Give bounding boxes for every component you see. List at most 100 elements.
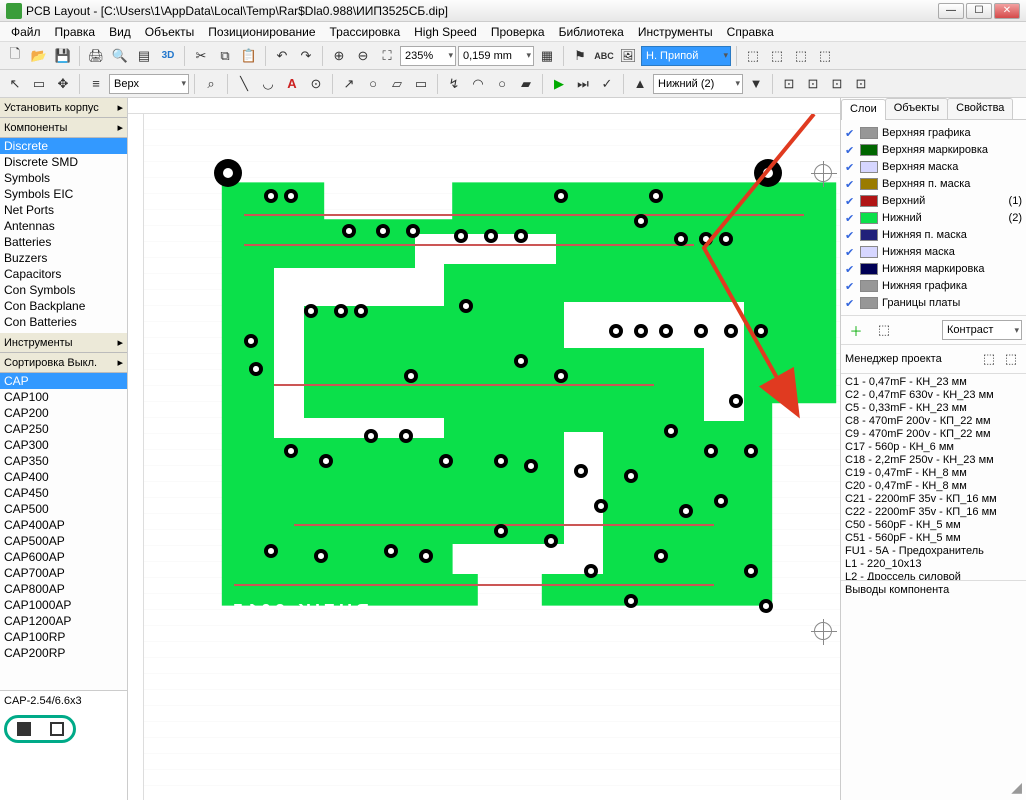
menu-tools[interactable]: Инструменты: [631, 23, 720, 41]
proj-item[interactable]: C20 - 0,47mF - КН_8 мм: [845, 480, 1022, 493]
proj-item[interactable]: C18 - 2,2mF 250v - КН_23 мм: [845, 454, 1022, 467]
node-icon[interactable]: ⊙: [305, 73, 327, 95]
menu-objects[interactable]: Объекты: [138, 23, 202, 41]
pad[interactable]: [264, 544, 278, 558]
proj-item[interactable]: C8 - 470mF 200v - КП_22 мм: [845, 415, 1022, 428]
circle-icon[interactable]: ○: [491, 73, 513, 95]
proj-item[interactable]: C19 - 0,47mF - КН_8 мм: [845, 467, 1022, 480]
lib-item[interactable]: Discrete: [0, 138, 127, 154]
lib-item[interactable]: Antennas: [0, 218, 127, 234]
tool-d-icon[interactable]: ⬚: [814, 45, 836, 67]
pad[interactable]: [609, 324, 623, 338]
proj-item[interactable]: C50 - 560pF - КН_5 мм: [845, 519, 1022, 532]
pad[interactable]: [649, 189, 663, 203]
paste-icon[interactable]: 📋: [238, 45, 260, 67]
comp-item[interactable]: CAP1200AP: [0, 613, 127, 629]
pad[interactable]: [284, 444, 298, 458]
comp-item[interactable]: CAP400: [0, 469, 127, 485]
step-icon[interactable]: ⏭: [572, 73, 594, 95]
pad[interactable]: [406, 224, 420, 238]
pad[interactable]: [319, 454, 333, 468]
layer-up-icon[interactable]: ▲: [629, 73, 651, 95]
pad[interactable]: [354, 304, 368, 318]
lib-item[interactable]: Capacitors: [0, 266, 127, 282]
grid-toggle-icon[interactable]: ▦: [536, 45, 558, 67]
pad[interactable]: [664, 424, 678, 438]
layer-row[interactable]: ✔Верхний(1): [841, 192, 1026, 209]
select-tool-icon[interactable]: ▭: [28, 73, 50, 95]
menu-file[interactable]: Файл: [4, 23, 48, 41]
copy-icon[interactable]: ⧉: [214, 45, 236, 67]
zoom-in-icon[interactable]: ⊕: [328, 45, 350, 67]
pad[interactable]: [249, 362, 263, 376]
menu-highspeed[interactable]: High Speed: [407, 23, 484, 41]
layer-row[interactable]: ✔Нижняя п. маска: [841, 226, 1026, 243]
pad[interactable]: [439, 454, 453, 468]
layer-row[interactable]: ✔Верхняя маска: [841, 158, 1026, 175]
proj-item[interactable]: C2 - 0,47mF 630v - КН_23 мм: [845, 389, 1022, 402]
lib-item[interactable]: Batteries: [0, 234, 127, 250]
print-icon[interactable]: 🖨: [85, 45, 107, 67]
pad[interactable]: [264, 189, 278, 203]
project-list[interactable]: C1 - 0,47mF - КН_23 ммC2 - 0,47mF 630v -…: [841, 374, 1026, 580]
close-button[interactable]: ✕: [994, 3, 1020, 19]
tool-c-icon[interactable]: ⬚: [790, 45, 812, 67]
line-tool-icon[interactable]: ╲: [233, 73, 255, 95]
save-icon[interactable]: 💾: [52, 45, 74, 67]
redo-icon[interactable]: ↷: [295, 45, 317, 67]
pad[interactable]: [404, 369, 418, 383]
lib-item[interactable]: Symbols EIC: [0, 186, 127, 202]
pad[interactable]: [459, 299, 473, 313]
comp-item[interactable]: CAP200RP: [0, 645, 127, 661]
menu-library[interactable]: Библиотека: [552, 23, 631, 41]
fill-icon[interactable]: ▰: [515, 73, 537, 95]
pad[interactable]: [554, 369, 568, 383]
tool-b-icon[interactable]: ⬚: [766, 45, 788, 67]
layer-icon[interactable]: ≡: [85, 73, 107, 95]
pad[interactable]: [624, 594, 638, 608]
pad[interactable]: [624, 469, 638, 483]
pad[interactable]: [484, 229, 498, 243]
layer-row[interactable]: ✔Границы платы: [841, 294, 1026, 311]
lib-item[interactable]: Symbols: [0, 170, 127, 186]
pad[interactable]: [399, 429, 413, 443]
zoom-fit-icon[interactable]: ⛶: [376, 45, 398, 67]
comp-item[interactable]: CAP100RP: [0, 629, 127, 645]
menu-help[interactable]: Справка: [720, 23, 781, 41]
proj-item[interactable]: C1 - 0,47mF - КН_23 мм: [845, 376, 1022, 389]
pad[interactable]: [384, 544, 398, 558]
undo-icon[interactable]: ↶: [271, 45, 293, 67]
pad[interactable]: [744, 564, 758, 578]
proj-tool1-icon[interactable]: ⬚: [978, 348, 1000, 370]
contrast-combo[interactable]: Контраст: [942, 320, 1022, 340]
tab-properties[interactable]: Свойства: [947, 98, 1013, 119]
proj-item[interactable]: L2 - Дроссель силовой: [845, 571, 1022, 580]
lib-item[interactable]: Con Backplane: [0, 298, 127, 314]
pad[interactable]: [514, 229, 528, 243]
erc-icon[interactable]: ⚑: [569, 45, 591, 67]
comp-item[interactable]: CAP300: [0, 437, 127, 453]
grid-combo[interactable]: 0,159 mm: [458, 46, 534, 66]
check-icon[interactable]: ✔: [845, 144, 856, 155]
pad[interactable]: [634, 324, 648, 338]
tab-objects[interactable]: Объекты: [885, 98, 948, 119]
pad[interactable]: [704, 444, 718, 458]
check-icon[interactable]: ✔: [845, 280, 856, 291]
find-icon[interactable]: ⌕: [200, 73, 222, 95]
check-icon[interactable]: ✔: [845, 246, 856, 257]
pad[interactable]: [314, 549, 328, 563]
layer-select-combo[interactable]: Н. Припой: [641, 46, 731, 66]
comp-item[interactable]: CAP250: [0, 421, 127, 437]
zoom-combo[interactable]: 235%: [400, 46, 456, 66]
comp-item[interactable]: CAP450: [0, 485, 127, 501]
pad[interactable]: [524, 459, 538, 473]
lib-item[interactable]: Con Batteries: [0, 314, 127, 330]
pad[interactable]: [454, 229, 468, 243]
pad[interactable]: [754, 324, 768, 338]
pad[interactable]: [514, 354, 528, 368]
text-a-icon[interactable]: A: [281, 73, 303, 95]
check-icon[interactable]: ✔: [845, 229, 856, 240]
pad[interactable]: [544, 534, 558, 548]
proj-item[interactable]: C9 - 470mF 200v - КП_22 мм: [845, 428, 1022, 441]
comp-item[interactable]: CAP100: [0, 389, 127, 405]
